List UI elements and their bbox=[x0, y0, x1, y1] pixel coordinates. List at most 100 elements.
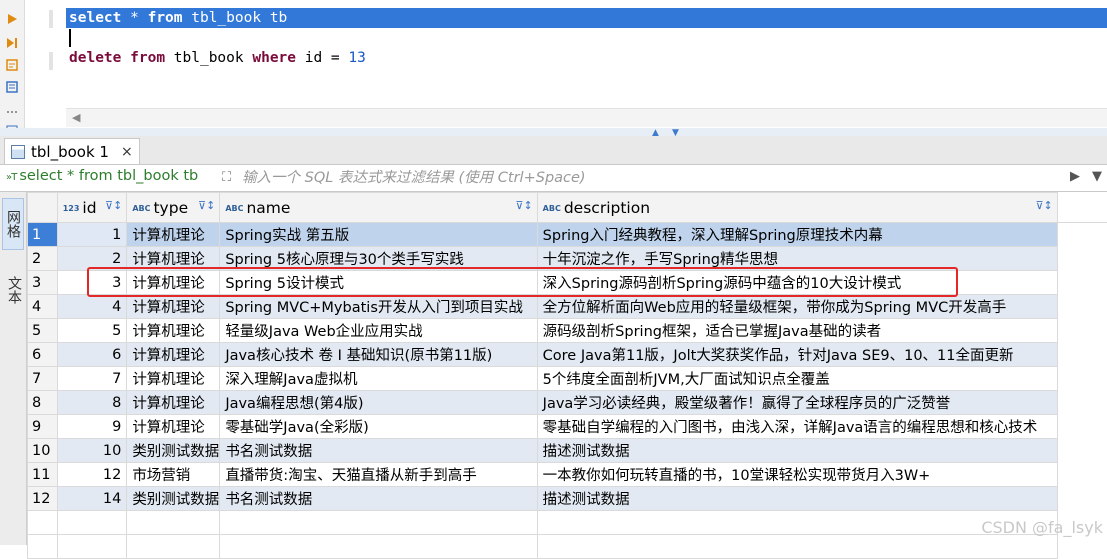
code-line[interactable]: select * from tbl_book tb bbox=[66, 8, 1107, 28]
cell-description[interactable]: Spring入门经典教程，深入理解Spring原理技术内幕 bbox=[537, 223, 1057, 247]
cell-type[interactable]: 计算机理论 bbox=[127, 223, 220, 247]
cell-id[interactable]: 8 bbox=[57, 391, 127, 415]
cell-description[interactable]: 一本教你如何玩转直播的书，10堂课轻松实现带货月入3W+ bbox=[537, 463, 1057, 487]
cell-name[interactable]: Spring MVC+Mybatis开发从入门到项目实战 bbox=[220, 295, 537, 319]
row-number[interactable]: 3 bbox=[28, 271, 58, 295]
sort-filter-icon[interactable]: ⊽↕ bbox=[105, 199, 122, 212]
execute-script-icon[interactable] bbox=[6, 34, 18, 46]
corner-cell[interactable] bbox=[28, 193, 58, 223]
code-area[interactable]: select * from tbl_book tb delete from tbl… bbox=[66, 8, 1107, 68]
more-tools-icon[interactable] bbox=[6, 100, 18, 112]
cell-id[interactable]: 10 bbox=[57, 439, 127, 463]
cell-id[interactable]: 5 bbox=[57, 319, 127, 343]
code-line[interactable]: delete from tbl_book where id = 13 bbox=[66, 48, 1107, 68]
column-header-description[interactable]: ABCdescription⊽↕ bbox=[537, 193, 1057, 223]
result-grid[interactable]: 123id⊽↕ ABCtype⊽↕ ABCname⊽↕ ABCdescripti… bbox=[27, 192, 1107, 559]
table-row[interactable]: 1112市场营销直播带货:淘宝、天猫直播从新手到高手一本教你如何玩转直播的书，1… bbox=[28, 463, 1107, 487]
row-number[interactable]: 5 bbox=[28, 319, 58, 343]
cell-name[interactable]: Spring 5核心原理与30个类手写实践 bbox=[220, 247, 537, 271]
table-row[interactable]: 11计算机理论Spring实战 第五版Spring入门经典教程，深入理解Spri… bbox=[28, 223, 1107, 247]
cell-description[interactable]: 十年沉淀之作，手写Spring精华思想 bbox=[537, 247, 1057, 271]
cell-description[interactable]: 零基础自学编程的入门图书，由浅入深，详解Java语言的编程思想和核心技术 bbox=[537, 415, 1057, 439]
cell-type[interactable]: 计算机理论 bbox=[127, 391, 220, 415]
cell-type[interactable]: 计算机理论 bbox=[127, 247, 220, 271]
cell-id[interactable]: 3 bbox=[57, 271, 127, 295]
cell-type[interactable]: 类别测试数据 bbox=[127, 487, 220, 511]
cell-type[interactable]: 计算机理论 bbox=[127, 295, 220, 319]
table-row[interactable]: 99计算机理论零基础学Java(全彩版)零基础自学编程的入门图书，由浅入深，详解… bbox=[28, 415, 1107, 439]
editor-horizontal-scrollbar[interactable]: ◀ bbox=[66, 108, 1107, 127]
row-number[interactable]: 6 bbox=[28, 343, 58, 367]
execute-statement-icon[interactable] bbox=[6, 10, 18, 22]
sort-filter-icon[interactable]: ⊽↕ bbox=[515, 199, 532, 212]
panel-splitter[interactable]: ▲ ▼ bbox=[0, 128, 1107, 136]
row-number[interactable]: 9 bbox=[28, 415, 58, 439]
cell-description[interactable]: 描述测试数据 bbox=[537, 487, 1057, 511]
row-number[interactable]: 1 bbox=[28, 223, 58, 247]
code-line[interactable] bbox=[66, 28, 1107, 48]
cell-name[interactable]: 书名测试数据 bbox=[220, 439, 537, 463]
cell-name[interactable]: 深入理解Java虚拟机 bbox=[220, 367, 537, 391]
cell-id[interactable]: 2 bbox=[57, 247, 127, 271]
filter-input[interactable] bbox=[222, 166, 1086, 190]
column-header-id[interactable]: 123id⊽↕ bbox=[57, 193, 127, 223]
sort-filter-icon[interactable]: ⊽↕ bbox=[1035, 199, 1052, 212]
cell-name[interactable]: 轻量级Java Web企业应用实战 bbox=[220, 319, 537, 343]
sort-filter-icon[interactable]: ⊽↕ bbox=[198, 199, 215, 212]
table-row[interactable]: 77计算机理论深入理解Java虚拟机5个纬度全面剖析JVM,大厂面试知识点全覆盖 bbox=[28, 367, 1107, 391]
table-row[interactable]: 1214类别测试数据书名测试数据描述测试数据 bbox=[28, 487, 1107, 511]
cell-id[interactable]: 1 bbox=[57, 223, 127, 247]
close-tab-icon[interactable]: × bbox=[121, 144, 133, 160]
cell-description[interactable]: Java学习必读经典，殿堂级著作！赢得了全球程序员的广泛赞誉 bbox=[537, 391, 1057, 415]
cell-description[interactable]: 5个纬度全面剖析JVM,大厂面试知识点全覆盖 bbox=[537, 367, 1057, 391]
query-text[interactable]: »Tselect * from tbl_book tb bbox=[6, 168, 198, 184]
row-number[interactable]: 2 bbox=[28, 247, 58, 271]
table-row[interactable]: 33计算机理论Spring 5设计模式深入Spring源码剖析Spring源码中… bbox=[28, 271, 1107, 295]
cell-name[interactable]: 书名测试数据 bbox=[220, 487, 537, 511]
result-tab[interactable]: tbl_book 1 × bbox=[4, 138, 140, 164]
row-number[interactable]: 11 bbox=[28, 463, 58, 487]
cell-name[interactable]: Spring 5设计模式 bbox=[220, 271, 537, 295]
table-row[interactable]: 22计算机理论Spring 5核心原理与30个类手写实践十年沉淀之作，手写Spr… bbox=[28, 247, 1107, 271]
cell-name[interactable]: 直播带货:淘宝、天猫直播从新手到高手 bbox=[220, 463, 537, 487]
cell-type[interactable]: 类别测试数据 bbox=[127, 439, 220, 463]
cell-name[interactable]: 零基础学Java(全彩版) bbox=[220, 415, 537, 439]
table-row[interactable]: 1010类别测试数据书名测试数据描述测试数据 bbox=[28, 439, 1107, 463]
row-number[interactable]: 7 bbox=[28, 367, 58, 391]
column-header-type[interactable]: ABCtype⊽↕ bbox=[127, 193, 220, 223]
cell-description[interactable]: 全方位解析面向Web应用的轻量级框架，带你成为Spring MVC开发高手 bbox=[537, 295, 1057, 319]
table-row[interactable]: 55计算机理论轻量级Java Web企业应用实战源码级剖析Spring框架，适合… bbox=[28, 319, 1107, 343]
filter-history-icon[interactable]: ▼ bbox=[1092, 169, 1102, 184]
cell-type[interactable]: 计算机理论 bbox=[127, 367, 220, 391]
cell-type[interactable]: 市场营销 bbox=[127, 463, 220, 487]
scroll-left-icon[interactable]: ◀ bbox=[72, 111, 80, 124]
row-number[interactable]: 8 bbox=[28, 391, 58, 415]
cell-type[interactable]: 计算机理论 bbox=[127, 343, 220, 367]
row-number[interactable]: 4 bbox=[28, 295, 58, 319]
cell-name[interactable]: Spring实战 第五版 bbox=[220, 223, 537, 247]
table-row[interactable]: 88计算机理论Java编程思想(第4版)Java学习必读经典，殿堂级著作！赢得了… bbox=[28, 391, 1107, 415]
cell-id[interactable]: 7 bbox=[57, 367, 127, 391]
column-header-name[interactable]: ABCname⊽↕ bbox=[220, 193, 537, 223]
explain-plan-icon[interactable] bbox=[6, 56, 18, 68]
cell-name[interactable]: Java编程思想(第4版) bbox=[220, 391, 537, 415]
cell-type[interactable]: 计算机理论 bbox=[127, 319, 220, 343]
cell-type[interactable]: 计算机理论 bbox=[127, 271, 220, 295]
grid-view-button[interactable]: 网格 bbox=[2, 198, 24, 250]
history-icon[interactable] bbox=[6, 78, 18, 90]
row-number[interactable]: 10 bbox=[28, 439, 58, 463]
cell-id[interactable]: 6 bbox=[57, 343, 127, 367]
cell-description[interactable]: 深入Spring源码剖析Spring源码中蕴含的10大设计模式 bbox=[537, 271, 1057, 295]
cell-id[interactable]: 4 bbox=[57, 295, 127, 319]
cell-id[interactable]: 14 bbox=[57, 487, 127, 511]
cell-id[interactable]: 12 bbox=[57, 463, 127, 487]
cell-description[interactable]: Core Java第11版，Jolt大奖获奖作品，针对Java SE9、10、1… bbox=[537, 343, 1057, 367]
cell-description[interactable]: 源码级剖析Spring框架，适合已掌握Java基础的读者 bbox=[537, 319, 1057, 343]
cell-type[interactable]: 计算机理论 bbox=[127, 415, 220, 439]
apply-filter-icon[interactable]: ▶ bbox=[1070, 169, 1080, 184]
table-row[interactable]: 66计算机理论Java核心技术 卷 I 基础知识(原书第11版)Core Jav… bbox=[28, 343, 1107, 367]
cell-description[interactable]: 描述测试数据 bbox=[537, 439, 1057, 463]
row-number[interactable]: 12 bbox=[28, 487, 58, 511]
cell-name[interactable]: Java核心技术 卷 I 基础知识(原书第11版) bbox=[220, 343, 537, 367]
table-row[interactable]: 44计算机理论Spring MVC+Mybatis开发从入门到项目实战全方位解析… bbox=[28, 295, 1107, 319]
